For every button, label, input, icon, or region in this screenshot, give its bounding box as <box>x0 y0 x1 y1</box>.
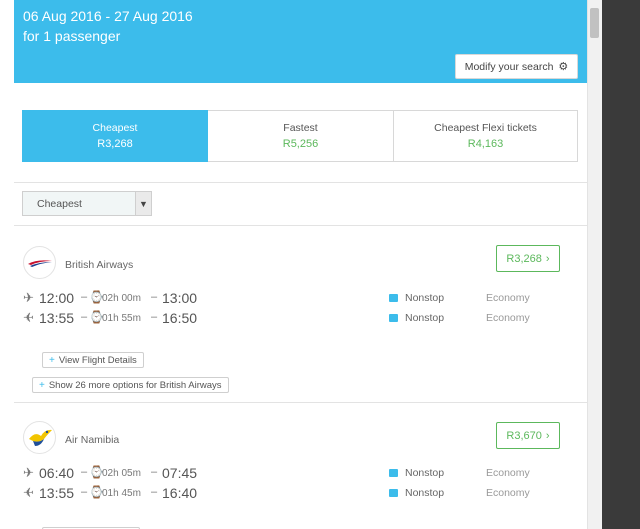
vertical-scrollbar[interactable] <box>587 0 602 529</box>
sort-selected-value: Cheapest <box>37 198 82 210</box>
search-summary-header: 06 Aug 2016 - 27 Aug 2016 for 1 passenge… <box>14 0 587 83</box>
fare-price: R3,268 <box>506 252 542 265</box>
stops-info: Nonstop <box>405 467 445 479</box>
travel-dates: 06 Aug 2016 - 27 Aug 2016 <box>23 8 193 24</box>
baggage-icon <box>389 489 398 497</box>
select-fare-button[interactable]: R3,670 › <box>496 422 560 449</box>
tab-price: R4,163 <box>467 138 504 150</box>
flight-leg-outbound: ✈ 12:00 – ⌚ 02h 00m – 13:00 Nonstop Econ… <box>23 290 563 308</box>
tab-fastest[interactable]: Fastest R5,256 <box>208 110 394 162</box>
cabin-class: Economy <box>486 312 530 324</box>
flight-duration: 02h 00m <box>102 293 141 304</box>
flight-duration: 02h 05m <box>102 468 141 479</box>
view-details-label: View Flight Details <box>58 354 137 366</box>
flight-result-card: British Airways R3,268 › ✈ 12:00 – ⌚ 02h… <box>14 226 587 402</box>
gear-icon: ⚙ <box>558 61 569 73</box>
arrival-time: 16:50 <box>162 310 198 326</box>
arrival-time: 16:40 <box>162 485 198 501</box>
tab-label: Cheapest Flexi tickets <box>434 122 537 134</box>
stops-info: Nonstop <box>405 487 445 499</box>
flight-result-card: Air Namibia R3,670 › ✈ 06:40 – ⌚ 02h 05m… <box>14 403 587 529</box>
tab-cheapest[interactable]: Cheapest R3,268 <box>22 110 208 162</box>
flight-leg-return: ✈ 13:55 – ⌚ 01h 45m – 16:40 Nonstop Econ… <box>23 485 563 503</box>
separator-dash: – <box>151 291 158 303</box>
chevron-right-icon: › <box>545 252 550 265</box>
separator-dash: – <box>81 486 88 498</box>
airline-name: Air Namibia <box>65 434 120 446</box>
stops-info: Nonstop <box>405 312 445 324</box>
sort-dropdown[interactable]: Cheapest ▼ <box>22 191 152 216</box>
separator-dash: – <box>81 466 88 478</box>
flight-leg-return: ✈ 13:55 – ⌚ 01h 55m – 16:50 Nonstop Econ… <box>23 310 563 328</box>
baggage-icon <box>389 314 398 322</box>
view-flight-details-button[interactable]: + View Flight Details <box>42 352 144 368</box>
flight-leg-outbound: ✈ 06:40 – ⌚ 02h 05m – 07:45 Nonstop Econ… <box>23 465 563 483</box>
plus-icon: + <box>49 354 55 366</box>
arrival-time: 07:45 <box>162 465 198 481</box>
select-fare-button[interactable]: R3,268 › <box>496 245 560 272</box>
departure-time: 13:55 <box>39 310 75 326</box>
separator-dash: – <box>81 311 88 323</box>
separator-dash: – <box>81 291 88 303</box>
chevron-down-icon: ▼ <box>135 192 151 215</box>
cabin-class: Economy <box>486 467 530 479</box>
results-panel: 06 Aug 2016 - 27 Aug 2016 for 1 passenge… <box>14 0 587 529</box>
scrollbar-thumb[interactable] <box>590 8 599 38</box>
page-background-strip <box>0 0 14 529</box>
air-namibia-logo <box>23 421 56 454</box>
show-more-options-button[interactable]: + Show 26 more options for British Airwa… <box>32 377 229 393</box>
return-plane-icon: ✈ <box>23 485 34 500</box>
divider <box>14 182 587 183</box>
passenger-count: for 1 passenger <box>23 28 121 44</box>
cabin-class: Economy <box>486 487 530 499</box>
baggage-icon <box>389 294 398 302</box>
plus-icon: + <box>39 379 45 391</box>
show-more-label: Show 26 more options for British Airways <box>48 379 222 391</box>
tab-label: Cheapest <box>92 122 138 134</box>
separator-dash: – <box>151 466 158 478</box>
baggage-icon <box>389 469 398 477</box>
sort-tabs: Cheapest R3,268 Fastest R5,256 Cheapest … <box>22 110 578 162</box>
arrival-time: 13:00 <box>162 290 198 306</box>
separator-dash: – <box>151 486 158 498</box>
flight-duration: 01h 55m <box>102 313 141 324</box>
tab-label: Fastest <box>283 122 318 134</box>
fare-price: R3,670 <box>506 429 542 442</box>
departure-plane-icon: ✈ <box>23 290 34 305</box>
return-plane-icon: ✈ <box>23 310 34 325</box>
modify-search-label: Modify your search <box>464 60 554 73</box>
departure-time: 13:55 <box>39 485 75 501</box>
separator-dash: – <box>151 311 158 323</box>
tab-cheapest-flexi[interactable]: Cheapest Flexi tickets R4,163 <box>394 110 578 162</box>
departure-plane-icon: ✈ <box>23 465 34 480</box>
stops-info: Nonstop <box>405 292 445 304</box>
cabin-class: Economy <box>486 292 530 304</box>
flight-duration: 01h 45m <box>102 488 141 499</box>
departure-time: 12:00 <box>39 290 75 306</box>
british-airways-logo <box>23 246 56 279</box>
tab-price: R3,268 <box>97 138 133 150</box>
airline-name: British Airways <box>65 259 134 271</box>
chevron-right-icon: › <box>545 429 550 442</box>
tab-price: R5,256 <box>282 138 319 150</box>
departure-time: 06:40 <box>39 465 75 481</box>
modify-search-button[interactable]: Modify your search ⚙ <box>455 54 578 79</box>
